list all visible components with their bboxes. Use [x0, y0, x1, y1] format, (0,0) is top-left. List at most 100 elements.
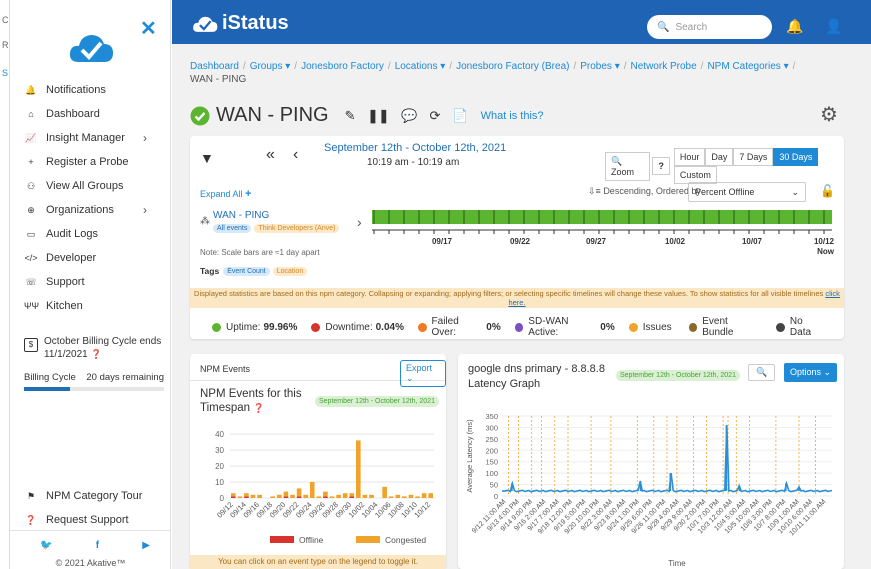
twitter-icon[interactable]: 🐦 — [40, 540, 52, 551]
bar-congested[interactable] — [290, 494, 295, 498]
facebook-icon[interactable]: f — [96, 540, 99, 551]
bar-congested[interactable] — [323, 491, 328, 497]
bar-congested[interactable] — [283, 491, 289, 497]
sidebar-item-notifications[interactable]: 🔔 Notifications — [10, 78, 171, 102]
sidebar-item-npm-category-tour[interactable]: ⚑ NPM Category Tour — [10, 484, 171, 508]
youtube-icon[interactable]: ▶ — [142, 540, 150, 551]
sitemap-icon: ⚇ — [26, 180, 36, 191]
bar-congested[interactable] — [342, 493, 348, 498]
range-30-days-button[interactable]: 30 Days — [773, 148, 819, 166]
bar-offline[interactable] — [323, 496, 328, 498]
bell-icon[interactable]: 🔔 — [786, 18, 803, 35]
bar-congested[interactable] — [388, 496, 394, 498]
legend-swatch-congested[interactable] — [356, 536, 380, 543]
npm-events-tab[interactable]: NPM Events — [200, 364, 250, 374]
bar-congested[interactable] — [356, 440, 361, 498]
chevron-right-icon[interactable]: › — [357, 214, 362, 230]
what-is-this-link[interactable]: What is this? — [481, 110, 544, 122]
filter-icon[interactable]: ▼ — [200, 150, 214, 166]
export-button[interactable]: Export ⌄ — [400, 360, 446, 387]
bar-congested[interactable] — [237, 496, 243, 498]
bar-congested[interactable] — [270, 496, 276, 498]
bar-congested[interactable] — [395, 494, 401, 498]
sidebar-item-audit-logs[interactable]: ▭ Audit Logs — [10, 222, 171, 246]
time-tick-label: 09/22 — [510, 237, 531, 246]
options-button[interactable]: Options ⌄ — [784, 363, 838, 382]
bar-offline[interactable] — [244, 496, 249, 498]
bar-congested[interactable] — [316, 496, 322, 498]
bar-congested[interactable] — [309, 482, 315, 498]
bar-congested[interactable] — [382, 486, 387, 498]
tag-event-count[interactable]: Event Count — [223, 266, 270, 276]
legend-label-offline[interactable]: Offline — [299, 535, 324, 545]
expand-all-button[interactable]: Expand All + — [200, 188, 251, 200]
bar-congested[interactable] — [415, 496, 420, 498]
breadcrumb-item[interactable]: Locations ▾ — [395, 61, 446, 72]
range-7-days-button[interactable]: 7 Days — [733, 148, 774, 166]
pause-icon[interactable]: ❚❚ — [368, 108, 390, 124]
bar-congested[interactable] — [244, 493, 249, 497]
help-button[interactable]: ? — [652, 157, 670, 175]
breadcrumb-item[interactable]: Groups ▾ — [250, 61, 291, 72]
sidebar-item-kitchen[interactable]: ΨΨ Kitchen — [10, 294, 171, 318]
breadcrumb-item[interactable]: Jonesboro Factory — [301, 61, 384, 72]
range-day-button[interactable]: Day — [705, 148, 734, 166]
search-input[interactable]: 🔍 Search — [647, 15, 772, 39]
sidebar-item-developer[interactable]: </> Developer — [10, 246, 171, 270]
breadcrumb-item[interactable]: Probes ▾ — [580, 61, 619, 72]
bar-congested[interactable] — [369, 494, 374, 498]
chevron-left-icon[interactable]: ‹ — [293, 146, 298, 164]
bar-congested[interactable] — [257, 494, 262, 498]
bar-congested[interactable] — [303, 494, 308, 498]
zoom-button[interactable]: 🔍 Zoom — [605, 151, 651, 181]
bar-offline[interactable] — [230, 496, 236, 498]
bar-congested[interactable] — [362, 494, 368, 498]
breadcrumb-item[interactable]: Jonesboro Factory (Brea) — [456, 61, 569, 72]
bar-congested[interactable] — [277, 494, 282, 498]
sort-select[interactable]: Percent Offline ⌄ — [688, 182, 806, 202]
gear-icon[interactable]: ⚙ — [820, 102, 838, 127]
bar-congested[interactable] — [421, 493, 427, 498]
uptime-timeline[interactable]: 09/17 09/22 09/27 10/02 10/07 10/12Now — [372, 208, 838, 258]
comment-icon[interactable]: 💬 — [401, 108, 417, 124]
document-icon[interactable]: 📄 — [452, 108, 468, 124]
breadcrumb-item[interactable]: Network Probe — [631, 61, 697, 72]
bar-congested[interactable] — [329, 496, 335, 498]
sidebar-item-insight-manager[interactable]: 📈 Insight Manager › — [10, 126, 171, 150]
zoom-icon[interactable]: 🔍 — [748, 364, 776, 381]
sidebar-item-register-a-probe[interactable]: + Register a Probe — [10, 150, 171, 174]
bar-offline[interactable] — [349, 496, 355, 498]
legend-dot — [212, 322, 221, 332]
y-tick-label: 250 — [485, 435, 498, 444]
bar-congested[interactable] — [408, 494, 414, 498]
bar-congested[interactable] — [250, 494, 256, 498]
double-chevron-left-icon[interactable]: « — [266, 146, 275, 164]
stat-event-bundle: Event Bundle — [688, 316, 763, 338]
sidebar-item-request-support[interactable]: ❓ Request Support — [10, 508, 171, 532]
bar-offline[interactable] — [283, 496, 289, 498]
sidebar-item-support[interactable]: ☏ Support — [10, 270, 171, 294]
bar-congested[interactable] — [296, 488, 302, 497]
sidebar-item-organizations[interactable]: ⊕ Organizations › — [10, 198, 171, 222]
user-icon[interactable]: 👤 — [825, 18, 842, 35]
bar-congested[interactable] — [428, 493, 434, 498]
breadcrumb-item[interactable]: Dashboard — [190, 61, 239, 72]
bar-congested[interactable] — [230, 493, 236, 497]
bar-congested[interactable] — [349, 493, 355, 497]
edit-icon[interactable]: ✎ — [345, 108, 356, 124]
refresh-icon[interactable]: ⟳ — [429, 108, 440, 124]
tag-location[interactable]: Location — [272, 266, 308, 276]
bar-offline[interactable] — [296, 496, 302, 498]
bar-congested[interactable] — [336, 494, 341, 498]
legend-label-congested[interactable]: Congested — [385, 535, 426, 545]
brand[interactable]: iStatus — [192, 12, 289, 35]
breadcrumb-item[interactable]: NPM Categories ▾ — [707, 61, 788, 72]
unlock-icon[interactable]: 🔓 — [820, 184, 835, 198]
probe-row[interactable]: ⁂ WAN - PING All events Think Developers… — [200, 210, 340, 233]
legend-swatch-offline[interactable] — [270, 536, 294, 543]
range-hour-button[interactable]: Hour — [673, 148, 706, 166]
close-icon[interactable]: ✕ — [140, 16, 157, 41]
bar-congested[interactable] — [402, 496, 407, 498]
sidebar-item-view-all-groups[interactable]: ⚇ View All Groups — [10, 174, 171, 198]
sidebar-item-dashboard[interactable]: ⌂ Dashboard — [10, 102, 171, 126]
